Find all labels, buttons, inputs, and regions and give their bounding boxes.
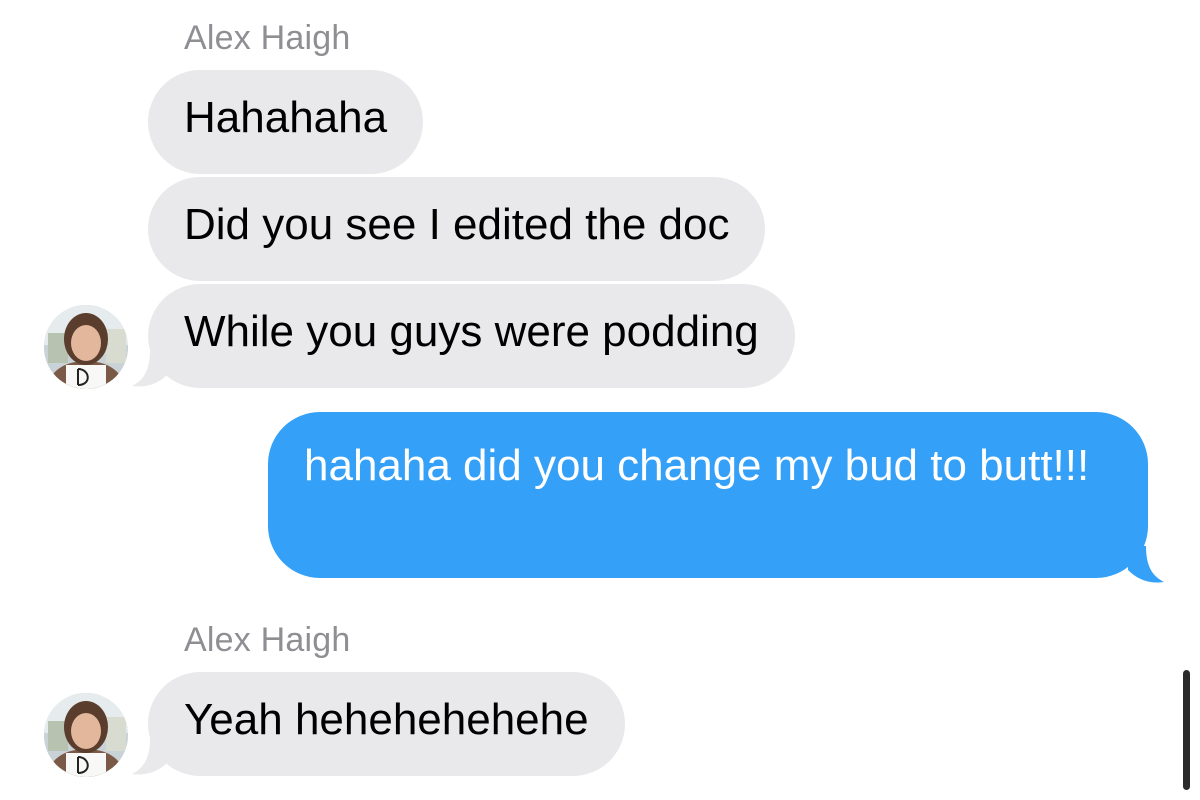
incoming-message-bubble[interactable]: Hahahaha (148, 70, 424, 174)
incoming-message-bubble[interactable]: While you guys were podding (148, 284, 795, 388)
sender-name-alex-haigh: Alex Haigh (184, 19, 351, 57)
contact-photo-icon[interactable] (44, 305, 128, 389)
scroll-indicator[interactable] (1183, 670, 1190, 790)
incoming-message-bubble[interactable]: Yeah hehehehehehe (148, 672, 625, 776)
contact-photo-icon[interactable] (44, 693, 128, 777)
incoming-message-bubble[interactable]: Did you see I edited the doc (148, 177, 766, 281)
sender-name-alex-haigh: Alex Haigh (184, 621, 351, 659)
outgoing-message-bubble[interactable]: hahaha did you change my bud to butt!!! (268, 412, 1148, 578)
